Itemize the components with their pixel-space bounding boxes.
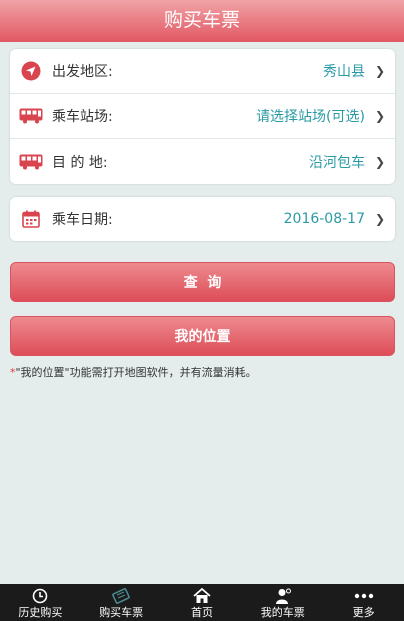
location-arrow-icon	[18, 60, 44, 82]
tab-more[interactable]: 更多	[323, 584, 404, 621]
chevron-right-icon: ❯	[374, 64, 385, 78]
boarding-station-label: 乘车站场:	[52, 109, 113, 125]
travel-date-value: 2016-08-17	[283, 211, 365, 227]
user-icon	[274, 586, 292, 606]
ticket-icon	[112, 586, 131, 606]
departure-area-value: 秀山县	[323, 64, 365, 80]
clock-icon	[32, 586, 48, 606]
travel-date-row[interactable]: 乘车日期: 2016-08-17 ❯	[10, 197, 395, 241]
tab-more-label: 更多	[352, 606, 375, 619]
page-title: 购买车票	[163, 9, 240, 31]
chevron-right-icon: ❯	[374, 109, 385, 123]
note-text: "我的位置"功能需打开地图软件，并有流量消耗。	[15, 366, 257, 379]
destination-value: 沿河包车	[309, 154, 365, 171]
tab-my-tickets[interactable]: 我的车票	[242, 584, 323, 621]
tab-buy-ticket-label: 购买车票	[99, 606, 144, 619]
location-note: *"我的位置"功能需打开地图软件，并有流量消耗。	[10, 366, 400, 380]
bus-icon	[18, 105, 44, 127]
page-header: 购买车票	[0, 0, 404, 42]
destination-row[interactable]: 目 的 地: 沿河包车 ❯	[10, 139, 395, 184]
tab-history-label: 历史购买	[18, 606, 63, 619]
tab-buy-ticket[interactable]: 购买车票	[81, 584, 162, 621]
departure-area-label: 出发地区:	[52, 64, 113, 80]
home-icon	[193, 586, 211, 606]
travel-date-label: 乘车日期:	[52, 212, 113, 228]
bottom-tab-bar: 历史购买 购买车票 首页 我的车票 更多	[0, 584, 404, 621]
date-card: 乘车日期: 2016-08-17 ❯	[10, 197, 395, 241]
boarding-station-value: 请选择站场(可选)	[256, 109, 365, 125]
tab-home-label: 首页	[190, 606, 213, 619]
calendar-icon	[18, 208, 44, 230]
my-location-button[interactable]: 我的位置	[10, 316, 395, 356]
more-icon	[354, 586, 374, 606]
route-form-card: 出发地区: 秀山县 ❯ 乘车站场: 请选择站场(可选) ❯ 目 的 地: 沿河包…	[10, 49, 395, 184]
tab-my-tickets-label: 我的车票	[260, 606, 305, 619]
destination-label: 目 的 地:	[52, 154, 108, 171]
boarding-station-row[interactable]: 乘车站场: 请选择站场(可选) ❯	[10, 94, 395, 139]
tab-home[interactable]: 首页	[162, 584, 243, 621]
chevron-right-icon: ❯	[374, 154, 385, 169]
query-button[interactable]: 查 询	[10, 262, 395, 302]
tab-history[interactable]: 历史购买	[0, 584, 81, 621]
bus-icon	[18, 151, 44, 173]
chevron-right-icon: ❯	[374, 212, 385, 226]
departure-area-row[interactable]: 出发地区: 秀山县 ❯	[10, 49, 395, 94]
